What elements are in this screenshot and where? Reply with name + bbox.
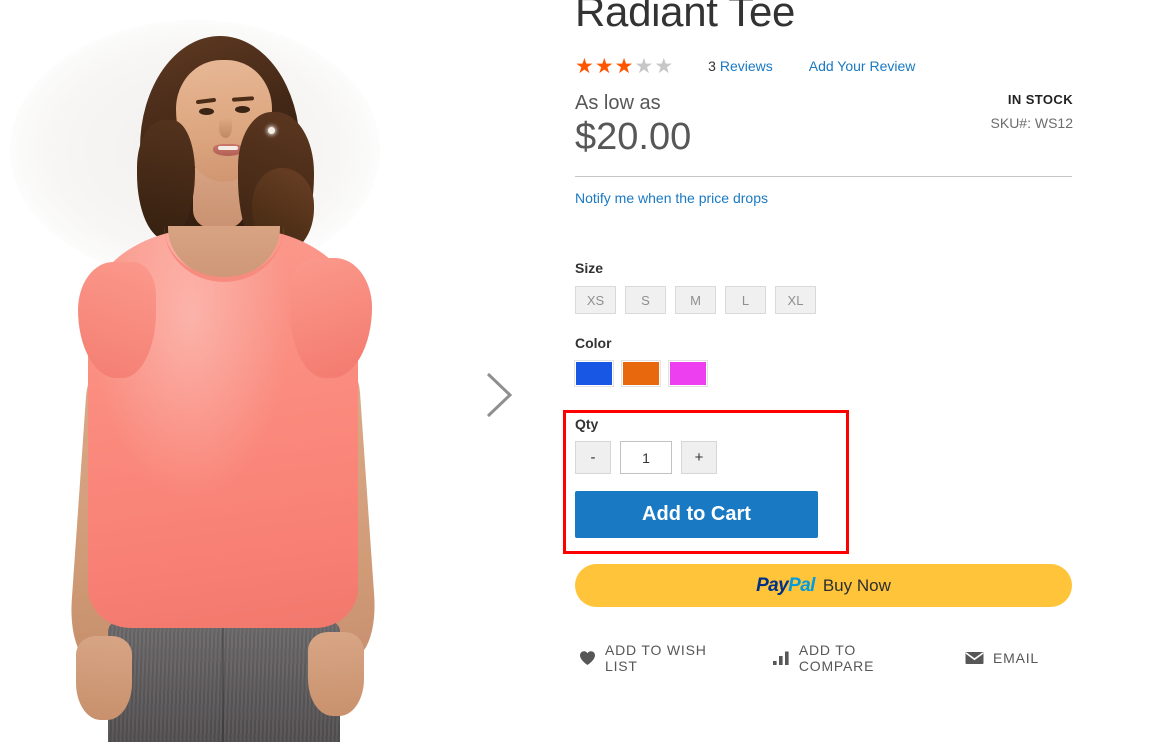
- reviews-link[interactable]: 3 Reviews: [708, 58, 773, 74]
- price-block: As low as $20.00: [575, 92, 691, 160]
- page-title: Radiant Tee: [575, 0, 796, 35]
- add-to-wish-list-label: ADD TO WISH LIST: [605, 642, 707, 674]
- qty-section: Qty - + Add to Cart: [575, 416, 818, 538]
- qty-decrement-button[interactable]: -: [575, 441, 611, 474]
- color-label: Color: [575, 335, 612, 351]
- availability-block: IN STOCK SKU#: WS12: [991, 92, 1073, 131]
- size-swatch-row: XS S M L XL: [575, 286, 816, 314]
- size-swatch-xs[interactable]: XS: [575, 286, 616, 314]
- qty-increment-button[interactable]: +: [681, 441, 717, 474]
- model-nose: [219, 118, 232, 138]
- reviews-label: Reviews: [719, 58, 773, 74]
- bar-chart-icon: [772, 651, 790, 665]
- model-hand-right: [308, 632, 364, 716]
- envelope-icon: [965, 651, 984, 665]
- model-leggings-seam: [222, 624, 224, 742]
- star-empty-4: ★: [634, 54, 655, 78]
- add-review-link[interactable]: Add Your Review: [809, 58, 916, 74]
- size-label: Size: [575, 260, 604, 276]
- sku-row: SKU#: WS12: [991, 115, 1073, 131]
- model-figure: [0, 0, 460, 742]
- product-detail-page: Radiant Tee ★★★★★ 3 Reviews Add Your Rev…: [0, 0, 1159, 742]
- size-swatch-l[interactable]: L: [725, 286, 766, 314]
- model-hand-left: [76, 636, 132, 720]
- email-label: EMAIL: [992, 650, 1039, 666]
- model-eye-left: [199, 108, 214, 115]
- size-swatch-m[interactable]: M: [675, 286, 716, 314]
- model-leggings: [108, 610, 340, 742]
- model-earring: [268, 127, 275, 134]
- paypal-action-label: Buy Now: [822, 575, 891, 595]
- color-swatch-orange[interactable]: [621, 360, 661, 387]
- quantity-stepper: - +: [575, 441, 818, 474]
- reviews-count: 3: [708, 58, 716, 74]
- size-swatch-xl[interactable]: XL: [775, 286, 816, 314]
- product-gallery: [0, 0, 460, 742]
- model-eye-right: [235, 106, 250, 113]
- divider: [575, 176, 1072, 177]
- color-swatch-blue[interactable]: [574, 360, 614, 387]
- star-empty-5: ★: [654, 54, 675, 78]
- rating-summary: ★★★★★ 3 Reviews Add Your Review: [575, 54, 915, 78]
- qty-input[interactable]: [620, 441, 672, 474]
- add-to-wish-list-button[interactable]: ADD TO WISH LIST: [579, 642, 737, 674]
- paypal-logo-pay: Pay: [756, 574, 789, 596]
- sku-label: SKU#:: [990, 115, 1031, 131]
- product-tee-sleeve-right: [290, 258, 372, 378]
- add-to-cart-button[interactable]: Add to Cart: [575, 491, 818, 538]
- heart-icon: [579, 650, 596, 666]
- chevron-right-icon[interactable]: [478, 368, 518, 422]
- paypal-logo-pal: Pal: [788, 574, 815, 596]
- color-swatch-row: [574, 360, 708, 387]
- product-price: $20.00: [575, 116, 692, 158]
- star-filled-2: ★: [594, 54, 615, 78]
- email-button[interactable]: EMAIL: [965, 650, 1039, 666]
- notify-price-drop-link[interactable]: Notify me when the price drops: [575, 190, 768, 206]
- model-teeth: [218, 146, 238, 150]
- color-swatch-purple[interactable]: [668, 360, 708, 387]
- rating-stars[interactable]: ★★★★★: [575, 56, 674, 77]
- size-swatch-s[interactable]: S: [625, 286, 666, 314]
- star-filled-1: ★: [575, 54, 595, 78]
- as-low-as-label: As low as: [575, 92, 661, 114]
- status-badge: IN STOCK: [1007, 92, 1073, 107]
- add-to-compare-label: ADD TO COMPARE: [798, 642, 875, 674]
- star-filled-3: ★: [614, 54, 635, 78]
- paypal-buy-now-button[interactable]: PayPal Buy Now: [575, 564, 1072, 607]
- qty-label: Qty: [575, 416, 599, 432]
- color-option-group: Color: [574, 335, 708, 387]
- add-to-compare-button[interactable]: ADD TO COMPARE: [772, 642, 929, 674]
- sku-value: WS12: [1034, 115, 1073, 131]
- paypal-logo: PayPal: [756, 575, 815, 597]
- product-social-actions: ADD TO WISH LIST ADD TO COMPARE EMAIL: [579, 642, 1075, 674]
- size-option-group: Size XS S M L XL: [575, 260, 816, 314]
- product-main-image[interactable]: [0, 0, 460, 742]
